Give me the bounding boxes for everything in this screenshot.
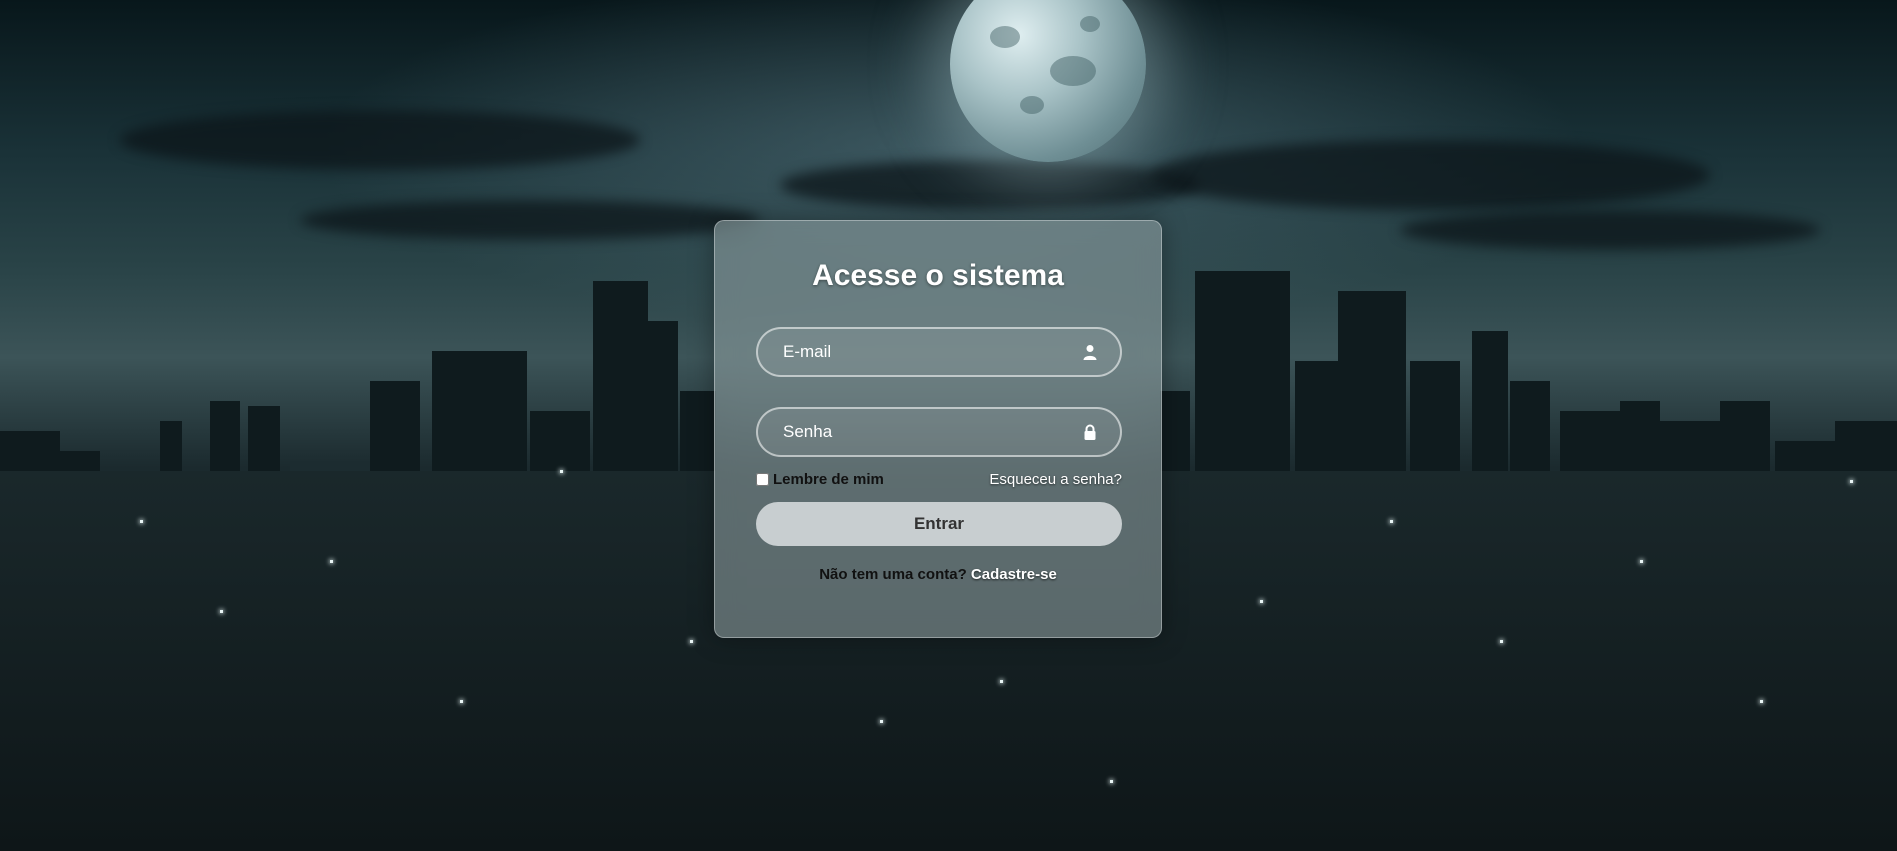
city-light [1260, 600, 1263, 603]
moon-icon [950, 0, 1146, 162]
lock-icon [1084, 424, 1096, 440]
city-light [880, 720, 883, 723]
city-light [1500, 640, 1503, 643]
city-light [140, 520, 143, 523]
city-light [220, 610, 223, 613]
email-field-wrapper [756, 327, 1122, 377]
remember-checkbox[interactable] [756, 473, 769, 486]
cloud [300, 200, 760, 240]
city-light [1390, 520, 1393, 523]
register-prompt-text: Não tem uma conta? [819, 566, 967, 583]
cloud [120, 110, 640, 170]
city-light [1000, 680, 1003, 683]
city-light [690, 640, 693, 643]
login-card: Acesse o sistema Lembre de mim Esqueceu … [714, 220, 1162, 638]
user-icon [1083, 345, 1097, 360]
email-input[interactable] [758, 329, 1120, 375]
background-scene: Acesse o sistema Lembre de mim Esqueceu … [0, 0, 1897, 851]
city-light [1110, 780, 1113, 783]
register-prompt: Não tem uma conta? Cadastre-se [715, 566, 1161, 583]
city-light [330, 560, 333, 563]
city-light [1850, 480, 1853, 483]
options-row: Lembre de mim Esqueceu a senha? [756, 469, 1122, 491]
login-button[interactable]: Entrar [756, 502, 1122, 546]
remember-label: Lembre de mim [773, 471, 884, 488]
cloud [1150, 140, 1710, 210]
city-light [1640, 560, 1643, 563]
password-field-wrapper [756, 407, 1122, 457]
remember-me[interactable]: Lembre de mim [756, 471, 884, 488]
password-input[interactable] [758, 409, 1120, 455]
city-light [460, 700, 463, 703]
cloud [780, 160, 1200, 210]
cloud [1400, 210, 1820, 250]
forgot-password-link[interactable]: Esqueceu a senha? [989, 471, 1122, 488]
login-title: Acesse o sistema [812, 259, 1064, 292]
city-light [560, 470, 563, 473]
city-light [1760, 700, 1763, 703]
register-link[interactable]: Cadastre-se [971, 566, 1057, 583]
